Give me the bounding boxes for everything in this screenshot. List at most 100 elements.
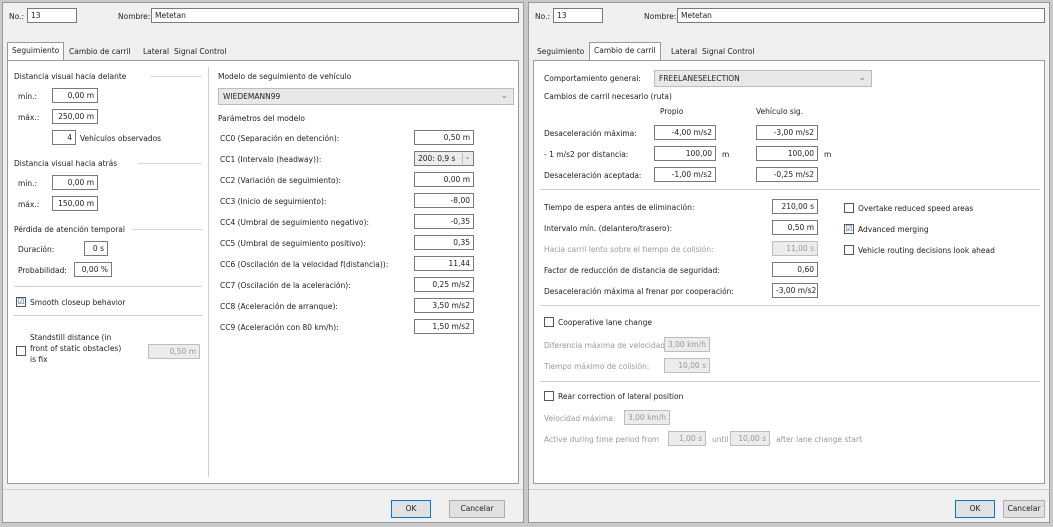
max-collision-time-label: Tiempo máximo de colisión: xyxy=(544,362,650,371)
model-parameters-title: Parámetros del modelo xyxy=(218,114,305,123)
rear-correction-checkbox[interactable] xyxy=(544,391,554,401)
own-column-header: Propio xyxy=(660,107,684,116)
trailing-max-decel-input[interactable]: -3,00 m/s2 xyxy=(756,125,818,140)
cc7-label: CC7 (Oscilación de la aceleración): xyxy=(220,281,351,290)
max-speed-diff-input[interactable]: 3,00 km/h xyxy=(664,337,710,352)
tab-lateral[interactable]: Lateral xyxy=(139,44,173,60)
routing-look-ahead-label: Vehicle routing decisions look ahead xyxy=(858,246,995,255)
cc2-label: CC2 (Variación de seguimiento): xyxy=(220,176,342,185)
cooperative-lane-change-checkbox[interactable] xyxy=(544,317,554,327)
cc4-input[interactable]: -0,35 xyxy=(414,214,474,229)
cc1-dropdown[interactable]: 200: 0,9 s ⌄ xyxy=(414,151,474,166)
safety-distance-factor-input[interactable]: 0,60 xyxy=(772,262,818,277)
divider xyxy=(540,189,1040,190)
cc1-value: 200: 0,9 s xyxy=(418,154,456,163)
own-accepted-decel-input[interactable]: -1,00 m/s2 xyxy=(654,167,716,182)
trailing-accepted-decel-input[interactable]: -0,25 m/s2 xyxy=(756,167,818,182)
attention-duration-input[interactable]: 0 s xyxy=(84,241,108,256)
chevron-down-icon: ⌄ xyxy=(462,153,472,164)
cc0-input[interactable]: 0,50 m xyxy=(414,130,474,145)
slow-lane-ttc-input[interactable]: 11,00 s xyxy=(772,241,818,256)
tab-signal-control[interactable]: Signal Control xyxy=(170,44,231,60)
look-back-title: Distancia visual hacia atrás xyxy=(14,159,118,168)
coop-braking-decel-input[interactable]: -3,00 m/s2 xyxy=(772,283,818,298)
cc8-input[interactable]: 3,50 m/s2 xyxy=(414,298,474,313)
active-until-input[interactable]: 10,00 s xyxy=(730,431,770,446)
tab-lateral[interactable]: Lateral xyxy=(667,44,701,60)
standstill-label-line1: Standstill distance (in xyxy=(30,333,112,342)
own-per-distance-input[interactable]: 100,00 xyxy=(654,146,716,161)
per-distance-label: - 1 m/s2 por distancia: xyxy=(544,150,629,159)
trailing-column-header: Vehículo sig. xyxy=(756,107,804,116)
own-max-decel-input[interactable]: -4,00 m/s2 xyxy=(654,125,716,140)
cc5-label: CC5 (Umbral de seguimiento positivo): xyxy=(220,239,366,248)
active-from-input[interactable]: 1,00 s xyxy=(668,431,706,446)
min-headway-input[interactable]: 0,50 m xyxy=(772,220,818,235)
overtake-reduced-speed-checkbox[interactable] xyxy=(844,203,854,213)
cc5-input[interactable]: 0,35 xyxy=(414,235,474,250)
look-back-max-input[interactable]: 150,00 m xyxy=(52,196,98,211)
cc9-label: CC9 (Aceleración con 80 km/h): xyxy=(220,323,339,332)
look-ahead-max-input[interactable]: 250,00 m xyxy=(52,109,98,124)
left-dialog: No.: 13 Nombre: Metetan Seguimiento Camb… xyxy=(2,2,524,523)
tab-lane-change[interactable]: Cambio de carril xyxy=(65,44,135,60)
standstill-checkbox[interactable] xyxy=(16,346,26,356)
name-input[interactable]: Metetan xyxy=(677,8,1045,23)
slow-lane-ttc-label: Hacia carril lento sobre el tiempo de co… xyxy=(544,245,714,254)
observed-vehicles-label: Vehículos observados xyxy=(80,134,162,143)
cc6-label: CC6 (Oscilación de la velocidad f(distan… xyxy=(220,260,389,269)
divider xyxy=(14,315,202,316)
cooperative-lane-change-label: Cooperative lane change xyxy=(558,318,652,327)
ok-button[interactable]: OK xyxy=(391,500,431,518)
general-behavior-value: FREELANESELECTION xyxy=(659,74,740,83)
name-input[interactable]: Metetan xyxy=(151,8,519,23)
until-label: until xyxy=(712,435,729,444)
attention-probability-input[interactable]: 0,00 % xyxy=(74,262,112,277)
active-period-label: Active during time period from xyxy=(544,435,660,444)
general-behavior-dropdown[interactable]: FREELANESELECTION ⌄ xyxy=(654,70,872,87)
rear-max-speed-label: Velocidad máxima: xyxy=(544,414,616,423)
tab-following[interactable]: Seguimiento xyxy=(7,42,65,60)
cc3-label: CC3 (Inicio de seguimiento): xyxy=(220,197,327,206)
tab-lane-change[interactable]: Cambio de carril xyxy=(589,42,661,60)
attention-duration-label: Duración: xyxy=(18,245,55,254)
cc6-input[interactable]: 11,44 xyxy=(414,256,474,271)
routing-look-ahead-checkbox[interactable] xyxy=(844,245,854,255)
look-back-min-label: mín.: xyxy=(18,179,38,188)
trailing-per-distance-unit: m xyxy=(824,150,832,159)
observed-vehicles-input[interactable]: 4 xyxy=(52,130,76,145)
coop-braking-decel-label: Desaceleración máxima al frenar por coop… xyxy=(544,287,734,296)
smooth-closeup-checkbox[interactable]: ☑ xyxy=(16,297,26,307)
standstill-label-line2: front of static obstacles) xyxy=(30,344,122,353)
min-headway-label: Intervalo mín. (delantero/trasero): xyxy=(544,224,673,233)
cc9-input[interactable]: 1,50 m/s2 xyxy=(414,319,474,334)
look-ahead-min-label: mín.: xyxy=(18,92,38,101)
necessary-lane-change-title: Cambios de carril necesario (ruta) xyxy=(544,92,672,101)
cc3-input[interactable]: -8,00 xyxy=(414,193,474,208)
tab-signal-control[interactable]: Signal Control xyxy=(698,44,759,60)
divider xyxy=(14,286,202,287)
cc0-label: CC0 (Separación en detención): xyxy=(220,134,340,143)
standstill-distance-input[interactable]: 0,50 m xyxy=(148,344,200,359)
trailing-per-distance-input[interactable]: 100,00 xyxy=(756,146,818,161)
no-input[interactable]: 13 xyxy=(553,8,603,23)
general-behavior-label: Comportamiento general: xyxy=(544,74,641,83)
max-collision-time-input[interactable]: 10,00 s xyxy=(664,358,710,373)
look-back-min-input[interactable]: 0,00 m xyxy=(52,175,98,190)
waiting-time-input[interactable]: 210,00 s xyxy=(772,199,818,214)
tab-following[interactable]: Seguimiento xyxy=(533,44,588,60)
look-ahead-min-input[interactable]: 0,00 m xyxy=(52,88,98,103)
cc2-input[interactable]: 0,00 m xyxy=(414,172,474,187)
rear-max-speed-input[interactable]: 3,00 km/h xyxy=(624,410,670,425)
no-input[interactable]: 13 xyxy=(27,8,77,23)
car-following-model-dropdown[interactable]: WIEDEMANN99 ⌄ xyxy=(218,88,514,105)
cancel-button[interactable]: Cancelar xyxy=(1003,500,1045,518)
advanced-merging-checkbox[interactable]: ☑ xyxy=(844,224,854,234)
group-line xyxy=(138,163,202,164)
cc7-input[interactable]: 0,25 m/s2 xyxy=(414,277,474,292)
cancel-button[interactable]: Cancelar xyxy=(449,500,505,518)
ok-button[interactable]: OK xyxy=(955,500,995,518)
max-decel-label: Desaceleración máxima: xyxy=(544,129,637,138)
look-ahead-max-label: máx.: xyxy=(18,113,40,122)
model-selected-value: WIEDEMANN99 xyxy=(223,92,281,101)
